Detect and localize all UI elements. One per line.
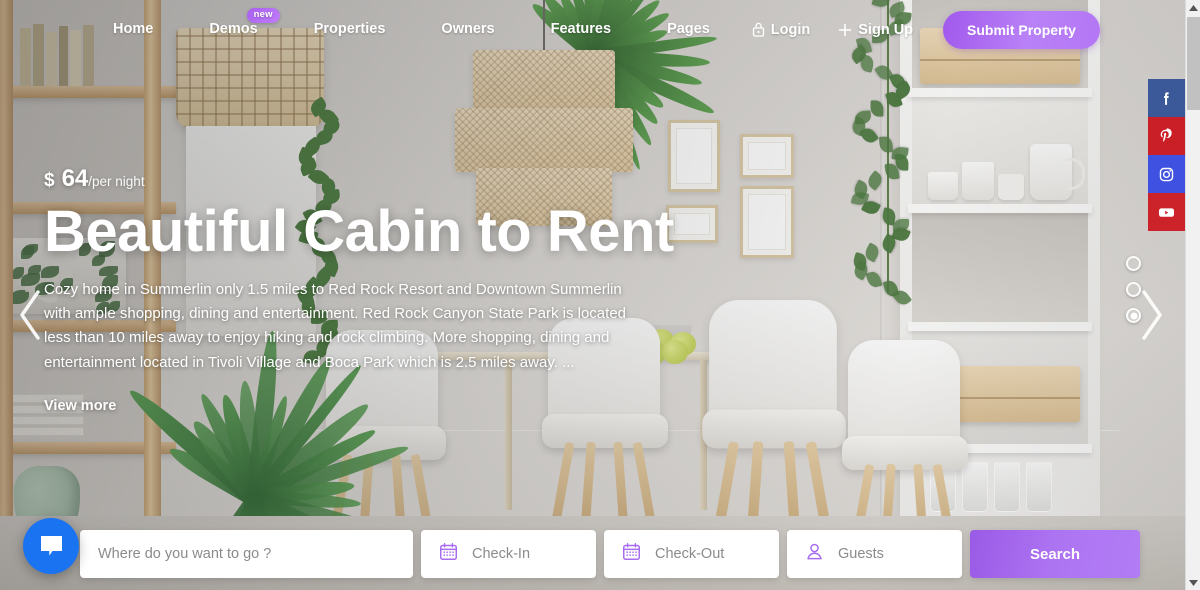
pinterest-button[interactable] xyxy=(1148,117,1185,155)
new-badge: new xyxy=(247,8,280,23)
facebook-icon xyxy=(1158,90,1175,107)
nav-item-owners[interactable]: Owners xyxy=(413,0,522,59)
facebook-button[interactable] xyxy=(1148,79,1185,117)
chat-widget-button[interactable] xyxy=(23,518,79,574)
checkout-placeholder: Check-Out xyxy=(655,546,724,562)
calendar-icon xyxy=(439,542,458,566)
signup-button[interactable]: Sign Up xyxy=(824,22,927,38)
pinterest-icon xyxy=(1158,128,1175,145)
hero-content: $ 64 /per night Beautiful Cabin to Rent … xyxy=(44,165,704,415)
instagram-button[interactable] xyxy=(1148,155,1185,193)
social-media-rail xyxy=(1148,79,1185,231)
login-button[interactable]: Login xyxy=(738,22,824,38)
instagram-icon xyxy=(1158,166,1175,183)
nav-item-home[interactable]: Home xyxy=(85,0,181,59)
view-more-link[interactable]: View more xyxy=(44,398,116,414)
chat-bubble-icon xyxy=(38,534,65,558)
login-label: Login xyxy=(771,22,810,38)
youtube-icon xyxy=(1157,203,1176,222)
plus-icon xyxy=(838,23,852,37)
slider-dot-1[interactable] xyxy=(1126,256,1141,271)
search-button[interactable]: Search xyxy=(970,530,1140,578)
nav-item-label: Pages xyxy=(667,21,710,37)
slider-dot-2[interactable] xyxy=(1126,282,1141,297)
scrollbar-thumb[interactable] xyxy=(1187,17,1200,110)
nav-items-container: Home Demos new Properties Owners Feature… xyxy=(85,0,1100,59)
property-search-bar: Where do you want to go ? Check-In Check… xyxy=(80,530,1140,578)
scroll-up-arrow[interactable] xyxy=(1186,0,1200,15)
checkin-placeholder: Check-In xyxy=(472,546,530,562)
nav-item-features[interactable]: Features xyxy=(523,0,639,59)
checkin-input[interactable]: Check-In xyxy=(421,530,596,578)
user-icon xyxy=(805,542,824,566)
guests-input[interactable]: Guests xyxy=(787,530,962,578)
slider-dot-3-active[interactable] xyxy=(1126,308,1141,323)
calendar-icon xyxy=(622,542,641,566)
browser-scrollbar[interactable] xyxy=(1185,0,1200,590)
lock-icon xyxy=(752,22,765,37)
destination-input[interactable]: Where do you want to go ? xyxy=(80,530,413,578)
nav-item-label: Home xyxy=(113,21,153,37)
submit-property-button[interactable]: Submit Property xyxy=(943,11,1100,49)
slider-dots xyxy=(1126,256,1141,323)
youtube-button[interactable] xyxy=(1148,193,1185,231)
price-value: 64 xyxy=(62,165,89,193)
scroll-down-arrow[interactable] xyxy=(1186,575,1200,590)
nav-item-label: Properties xyxy=(314,21,386,37)
price-row: $ 64 /per night xyxy=(44,165,704,193)
main-navigation: Home Demos new Properties Owners Feature… xyxy=(0,0,1185,59)
destination-placeholder: Where do you want to go ? xyxy=(98,546,271,562)
nav-item-label: Owners xyxy=(441,21,494,37)
nav-item-label: Demos xyxy=(209,21,257,37)
property-description: Cozy home in Summerlin only 1.5 miles to… xyxy=(44,278,649,375)
price-currency: $ xyxy=(44,170,55,192)
page-title: Beautiful Cabin to Rent xyxy=(44,201,704,264)
guests-placeholder: Guests xyxy=(838,546,884,562)
checkout-input[interactable]: Check-Out xyxy=(604,530,779,578)
price-period: /per night xyxy=(88,174,144,189)
nav-item-demos[interactable]: Demos new xyxy=(181,0,285,59)
nav-item-pages[interactable]: Pages xyxy=(639,0,738,59)
nav-item-properties[interactable]: Properties xyxy=(286,0,414,59)
chevron-left-icon xyxy=(16,288,46,342)
signup-label: Sign Up xyxy=(858,22,913,38)
slider-prev-button[interactable] xyxy=(16,288,46,347)
page-viewport: Home Demos new Properties Owners Feature… xyxy=(0,0,1200,590)
nav-item-label: Features xyxy=(551,21,611,37)
